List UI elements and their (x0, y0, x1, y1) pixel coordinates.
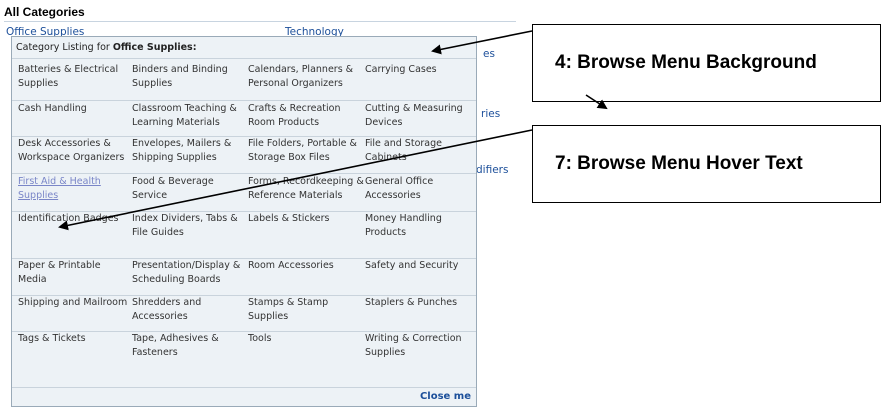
category-link[interactable]: File Folders, Portable & Storage Box Fil… (248, 137, 365, 165)
callout-browse-menu-hover-text: 7: Browse Menu Hover Text (532, 125, 881, 203)
row-divider (12, 136, 476, 137)
category-link[interactable]: Shipping and Mailroom (18, 296, 132, 310)
category-link[interactable]: Binders and Binding Supplies (132, 63, 248, 91)
category-link[interactable]: Money Handling Products (365, 212, 476, 240)
under-difiers[interactable]: difiers (476, 164, 508, 176)
row-divider (12, 173, 476, 174)
row-divider (12, 100, 476, 101)
category-link[interactable]: Shredders and Accessories (132, 296, 248, 324)
category-link[interactable]: Tags & Tickets (18, 332, 132, 346)
category-link[interactable]: Staplers & Punches (365, 296, 476, 310)
category-link[interactable]: Carrying Cases (365, 63, 476, 77)
category-link[interactable]: Calendars, Planners & Personal Organizer… (248, 63, 365, 91)
row-divider (12, 387, 476, 388)
title-divider (4, 21, 516, 22)
row-divider (12, 258, 476, 259)
category-link[interactable]: Cash Handling (18, 102, 132, 116)
page-title: All Categories (4, 5, 85, 19)
under-es[interactable]: es (483, 48, 495, 60)
callout-browse-menu-background: 4: Browse Menu Background (532, 24, 881, 102)
category-link[interactable]: Writing & Correction Supplies (365, 332, 476, 360)
popup-header-prefix: Category Listing for (16, 42, 113, 53)
category-link[interactable]: General Office Accessories (365, 175, 476, 203)
category-link[interactable]: Paper & Printable Media (18, 259, 132, 287)
under-ries[interactable]: ries (481, 108, 500, 120)
category-link[interactable]: Forms, Recordkeeping & Reference Materia… (248, 175, 365, 203)
close-button[interactable]: Close me (420, 391, 471, 402)
category-link[interactable]: Desk Accessories & Workspace Organizers (18, 137, 132, 165)
category-link[interactable]: File and Storage Cabinets (365, 137, 476, 165)
category-link[interactable]: Index Dividers, Tabs & File Guides (132, 212, 248, 240)
category-link[interactable]: Presentation/Display & Scheduling Boards (132, 259, 248, 287)
category-link[interactable]: Stamps & Stamp Supplies (248, 296, 365, 324)
category-link[interactable]: Crafts & Recreation Room Products (248, 102, 365, 130)
category-link[interactable]: Identification Badges (18, 212, 132, 226)
category-link-hovered[interactable]: First Aid & Health Supplies (18, 175, 132, 203)
category-link[interactable]: Batteries & Electrical Supplies (18, 63, 132, 91)
popup-header: Category Listing for Office Supplies: (12, 37, 476, 59)
category-link[interactable]: Cutting & Measuring Devices (365, 102, 476, 130)
row-divider (12, 211, 476, 212)
popup-header-category: Office Supplies: (112, 42, 197, 53)
category-link[interactable]: Tape, Adhesives & Fasteners (132, 332, 248, 360)
category-link[interactable]: Envelopes, Mailers & Shipping Supplies (132, 137, 248, 165)
browse-menu-popup: Category Listing for Office Supplies: Cl… (11, 36, 477, 407)
category-link[interactable]: Classroom Teaching & Learning Materials (132, 102, 248, 130)
category-link[interactable]: Room Accessories (248, 259, 365, 273)
category-link[interactable]: Food & Beverage Service (132, 175, 248, 203)
category-link[interactable]: Tools (248, 332, 365, 346)
category-link[interactable]: Labels & Stickers (248, 212, 365, 226)
category-link[interactable]: Safety and Security (365, 259, 476, 273)
row-divider (12, 331, 476, 332)
row-divider (12, 295, 476, 296)
